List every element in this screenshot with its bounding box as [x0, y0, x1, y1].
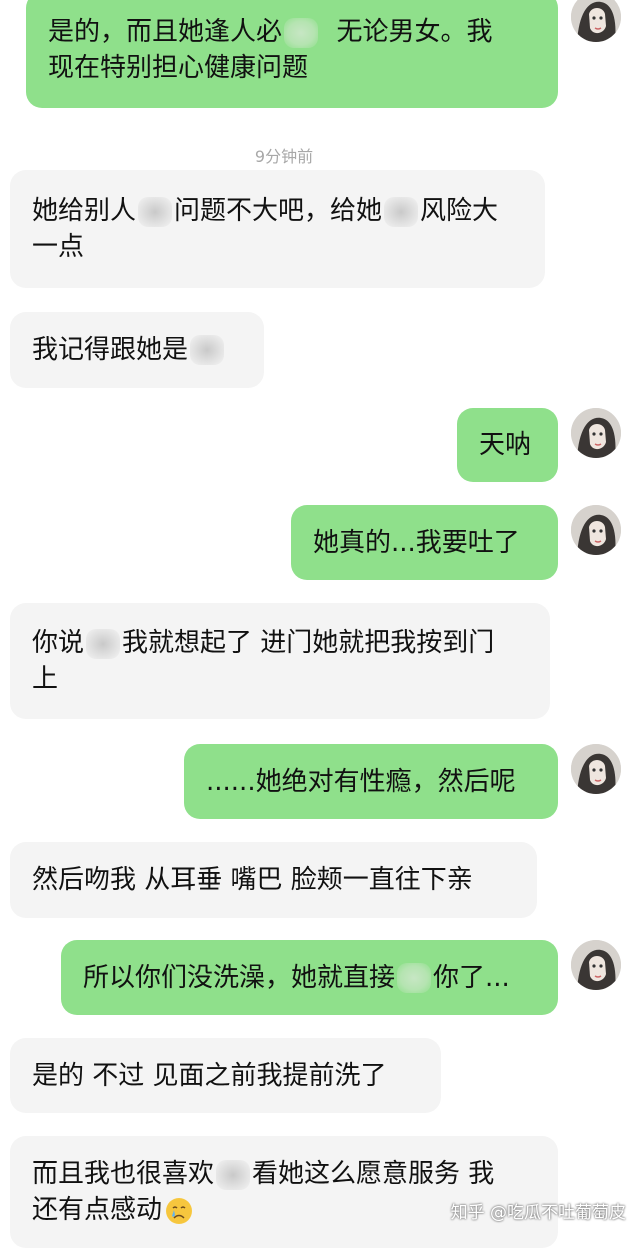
blurred-text [384, 196, 419, 227]
message-bubble-received[interactable]: 我记得跟她是 [10, 312, 264, 388]
message-bubble-sent[interactable]: 她真的...我要吐了 [291, 505, 558, 580]
message-text: 她真的...我要吐了 [313, 527, 520, 558]
message-bubble-received[interactable]: 是的 不过 见面之前我提前洗了 [10, 1038, 441, 1113]
blurred-text [397, 962, 432, 993]
message-bubble-sent[interactable]: ......她绝对有性瘾，然后呢 [184, 744, 558, 819]
message-text: 上 [32, 664, 59, 694]
crying-face-icon [166, 1197, 193, 1224]
blurred-text [284, 17, 319, 48]
message-text: 而且我也很喜欢 [32, 1159, 215, 1189]
message-line: 现在特别担心健康问题 [48, 50, 308, 86]
message-text: 她给别人 [32, 196, 137, 226]
user-avatar-icon[interactable] [571, 744, 621, 794]
blurred-text [216, 1159, 251, 1190]
message-text: 所以你们没洗澡，她就直接 [83, 962, 396, 993]
message-text: 看她这么愿意服务 我 [252, 1159, 495, 1189]
message-line: 上 [32, 661, 58, 697]
message-line: 还有点感动 [32, 1192, 193, 1228]
user-avatar-icon[interactable] [571, 505, 621, 555]
message-text: 你了... [433, 962, 510, 993]
message-bubble-sent[interactable]: 天呐 [457, 408, 558, 482]
message-bubble-received[interactable]: 她给别人 问题不大吧，给她 风险大 一点 [10, 170, 545, 288]
message-text: 你说 [32, 628, 85, 658]
message-text: 现在特别担心健康问题 [48, 53, 309, 83]
user-avatar-icon[interactable] [571, 408, 621, 458]
message-text: ......她绝对有性瘾，然后呢 [206, 766, 516, 797]
blurred-text [86, 628, 121, 659]
user-avatar-icon[interactable] [571, 0, 621, 42]
message-timestamp: 9分钟前 [254, 147, 314, 166]
message-bubble-sent[interactable]: 是的，而且她逢人必 无论男女。我 现在特别担心健康问题 [26, 0, 558, 108]
message-bubble-sent[interactable]: 所以你们没洗澡，她就直接 你了... [61, 940, 558, 1015]
message-text: 问题不大吧，给她 [174, 196, 383, 226]
message-text: 还有点感动 [32, 1195, 163, 1225]
message-text: 我记得跟她是 [32, 335, 189, 365]
message-line: 一点 [32, 229, 84, 265]
message-text: 一点 [32, 232, 85, 262]
message-text: 是的 不过 见面之前我提前洗了 [32, 1060, 387, 1091]
message-text: 然后吻我 从耳垂 嘴巴 脸颊一直往下亲 [32, 865, 473, 895]
watermark: 知乎 @吃瓜不吐葡萄皮 [450, 1203, 626, 1223]
blurred-text [190, 335, 225, 365]
message-bubble-received[interactable]: 你说 我就想起了 进门她就把我按到门 上 [10, 603, 550, 719]
message-line: 是的，而且她逢人必 无论男女。我 [48, 14, 493, 50]
message-bubble-received[interactable]: 而且我也很喜欢 看她这么愿意服务 我 还有点感动 [10, 1136, 558, 1248]
blurred-text [138, 196, 173, 227]
message-text: 是的，而且她逢人必 [48, 17, 283, 47]
message-text: 无论男女。我 [336, 17, 493, 47]
message-bubble-received[interactable]: 然后吻我 从耳垂 嘴巴 脸颊一直往下亲 [10, 842, 537, 918]
message-line: 你说 我就想起了 进门她就把我按到门 [32, 625, 494, 661]
message-line: 而且我也很喜欢 看她这么愿意服务 我 [32, 1156, 494, 1192]
message-line: 她给别人 问题不大吧，给她 风险大 [32, 193, 498, 229]
message-text: 我就想起了 进门她就把我按到门 [122, 628, 495, 658]
message-text: 天呐 [479, 430, 532, 460]
message-text: 风险大 [420, 196, 499, 226]
user-avatar-icon[interactable] [571, 940, 621, 990]
